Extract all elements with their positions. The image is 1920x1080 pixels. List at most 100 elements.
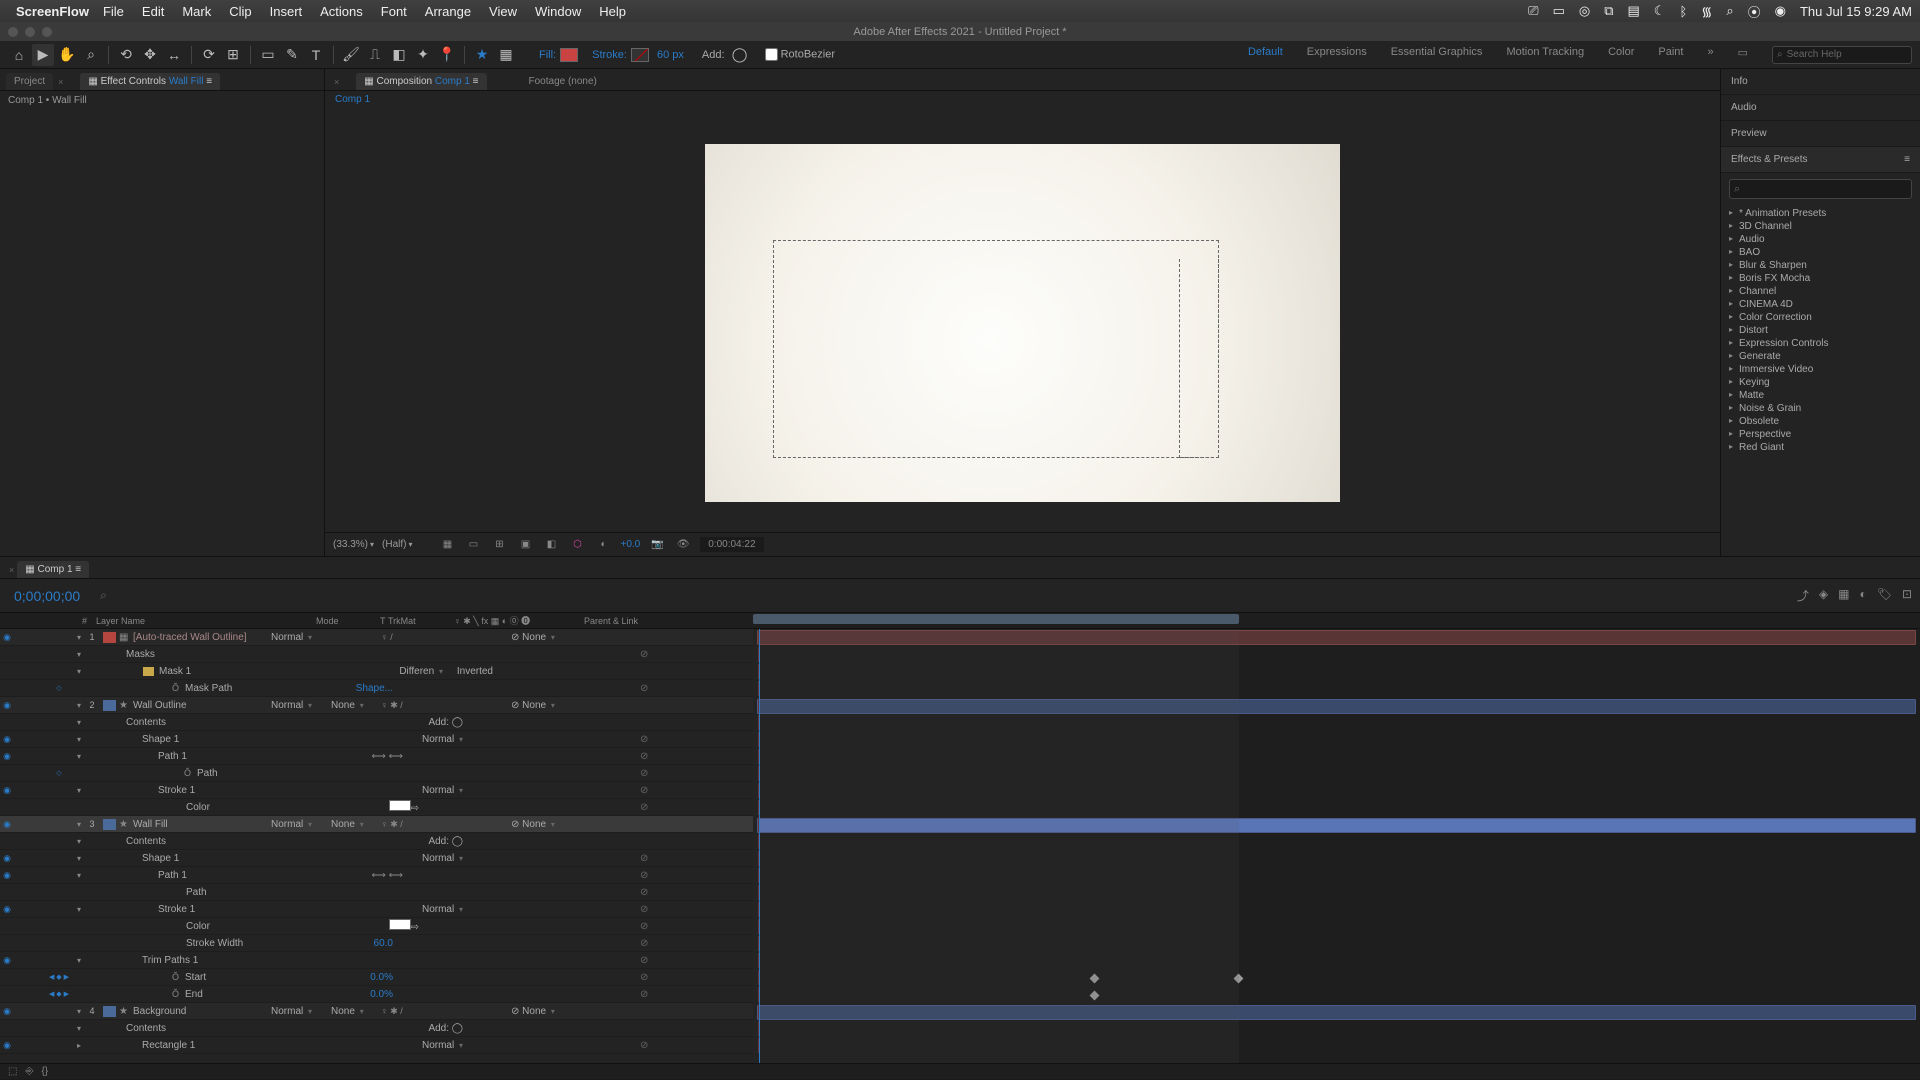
flowchart-breadcrumb[interactable]: Comp 1	[325, 91, 1720, 113]
zoom-tool[interactable]: ⌕	[80, 44, 102, 66]
selection-tool[interactable]: ▶	[32, 44, 54, 66]
menu-arrange[interactable]: Arrange	[425, 4, 471, 19]
bluetooth-icon[interactable]: ᛒ	[1679, 4, 1687, 19]
add-button[interactable]: ◯	[729, 44, 751, 66]
preview-timecode[interactable]: 0:00:04:22	[700, 537, 763, 552]
effects-category[interactable]: Channel	[1721, 285, 1920, 298]
mask-outline[interactable]	[773, 240, 1219, 458]
clone-tool[interactable]: ⎍	[364, 44, 386, 66]
menu-insert[interactable]: Insert	[270, 4, 303, 19]
effects-category[interactable]: Expression Controls	[1721, 337, 1920, 350]
menu-view[interactable]: View	[489, 4, 517, 19]
col-mode[interactable]: Mode	[316, 616, 380, 626]
property-row[interactable]: ◉▾Path 1⟷ ⟷⊘	[0, 748, 753, 765]
rotobezier-checkbox[interactable]	[765, 48, 778, 61]
audio-panel[interactable]: Audio	[1721, 95, 1920, 121]
layer-outline[interactable]: ◉▾1▦[Auto-traced Wall Outline]Normal ▾♀ …	[0, 629, 753, 1063]
dnd-icon[interactable]: ☾	[1654, 3, 1666, 19]
viewer-btn[interactable]: ⊞	[491, 537, 509, 553]
timeline-icon[interactable]: ◐	[1859, 587, 1866, 604]
puppet-tool[interactable]: 📍	[436, 44, 458, 66]
status-icon[interactable]: ▭	[1553, 3, 1565, 19]
viewer-btn[interactable]: ◐	[595, 537, 613, 553]
workspace-paint[interactable]: Paint	[1658, 46, 1683, 64]
effects-category[interactable]: Blur & Sharpen	[1721, 259, 1920, 272]
effects-category[interactable]: * Animation Presets	[1721, 207, 1920, 220]
effect-controls-tab[interactable]: ▦ Effect Controls Wall Fill ≡	[80, 73, 220, 90]
property-row[interactable]: Color⇨⊘	[0, 799, 753, 816]
effects-category[interactable]: Distort	[1721, 324, 1920, 337]
viewer-btn[interactable]: 👁	[674, 537, 692, 553]
hand-tool[interactable]: ✋	[56, 44, 78, 66]
workspace-graphics[interactable]: Essential Graphics	[1391, 46, 1483, 64]
workspace-more-icon[interactable]: »	[1707, 46, 1713, 64]
footage-tab[interactable]: Footage (none)	[521, 73, 605, 90]
timeline-icon[interactable]: ⤴	[1797, 587, 1809, 604]
layer-bar[interactable]	[757, 1005, 1916, 1020]
layer-bar[interactable]	[757, 699, 1916, 714]
snap-icon[interactable]: ▦	[495, 44, 517, 66]
property-row[interactable]: ▾ContentsAdd: ◯	[0, 714, 753, 731]
effects-category[interactable]: CINEMA 4D	[1721, 298, 1920, 311]
brush-tool[interactable]: 🖌	[340, 44, 362, 66]
effects-list[interactable]: * Animation Presets3D ChannelAudioBAOBlu…	[1721, 205, 1920, 556]
layer-row[interactable]: ◉▾1▦[Auto-traced Wall Outline]Normal ▾♀ …	[0, 629, 753, 646]
layer-bar[interactable]	[757, 818, 1916, 833]
effects-presets-panel[interactable]: Effects & Presets≡	[1721, 147, 1920, 173]
menu-clip[interactable]: Clip	[229, 4, 251, 19]
layer-row[interactable]: ◉▾2★Wall OutlineNormal ▾None ▾♀ ✱ /⊘ Non…	[0, 697, 753, 714]
viewer-btn[interactable]: ▭	[465, 537, 483, 553]
workspace-tracking[interactable]: Motion Tracking	[1506, 46, 1584, 64]
property-row[interactable]: Color⇨⊘	[0, 918, 753, 935]
spotlight-icon[interactable]: ⌕	[1726, 3, 1733, 19]
app-name[interactable]: ScreenFlow	[16, 4, 89, 19]
property-row[interactable]: ▾ContentsAdd: ◯	[0, 1020, 753, 1037]
magnification-dropdown[interactable]: (33.3%) ▾	[333, 539, 374, 550]
effects-category[interactable]: Audio	[1721, 233, 1920, 246]
menu-actions[interactable]: Actions	[320, 4, 363, 19]
property-row[interactable]: ▾Masks⊘	[0, 646, 753, 663]
timeline-tab[interactable]: ▦ Comp 1 ≡	[17, 561, 89, 578]
timeline-icon[interactable]: ⊡	[1902, 587, 1912, 604]
current-timecode[interactable]: 0;00;00;00	[14, 588, 80, 604]
menu-window[interactable]: Window	[535, 4, 581, 19]
star-icon[interactable]: ★	[471, 44, 493, 66]
effects-category[interactable]: BAO	[1721, 246, 1920, 259]
stroke-swatch[interactable]	[631, 48, 649, 62]
property-row[interactable]: ◇ŎMask PathShape...⊘	[0, 680, 753, 697]
siri-icon[interactable]: ◉	[1775, 3, 1786, 19]
project-tab[interactable]: Project	[6, 73, 53, 90]
effects-category[interactable]: Perspective	[1721, 428, 1920, 441]
viewer-btn[interactable]: ⬡	[569, 537, 587, 553]
property-row[interactable]: ◉▸Rectangle 1Normal ▾⊘	[0, 1037, 753, 1054]
status-icon[interactable]: ⎚	[1528, 3, 1538, 19]
orbit-tool[interactable]: ⟲	[115, 44, 137, 66]
property-row[interactable]: ▾ContentsAdd: ◯	[0, 833, 753, 850]
composition-tab[interactable]: ▦ Composition Comp 1 ≡	[356, 73, 486, 90]
clock[interactable]: Thu Jul 15 9:29 AM	[1800, 4, 1912, 19]
property-row[interactable]: ◉▾Shape 1Normal ▾⊘	[0, 850, 753, 867]
exposure-value[interactable]: +0.0	[621, 539, 641, 550]
traffic-lights[interactable]	[8, 27, 52, 37]
effects-category[interactable]: 3D Channel	[1721, 220, 1920, 233]
property-row[interactable]: Stroke Width60.0⊘	[0, 935, 753, 952]
menu-edit[interactable]: Edit	[142, 4, 164, 19]
property-row[interactable]: ◉▾Shape 1Normal ▾⊘	[0, 731, 753, 748]
info-panel[interactable]: Info	[1721, 69, 1920, 95]
workspace-menu-icon[interactable]: ▭	[1738, 46, 1748, 64]
col-trkmat[interactable]: TrkMat	[388, 616, 454, 626]
mask-outline[interactable]	[1179, 259, 1219, 458]
viewer-btn[interactable]: ▦	[439, 537, 457, 553]
current-time-indicator[interactable]	[759, 629, 760, 1063]
menu-file[interactable]: File	[103, 4, 124, 19]
menu-help[interactable]: Help	[599, 4, 626, 19]
effects-category[interactable]: Obsolete	[1721, 415, 1920, 428]
stroke-width[interactable]: 60 px	[657, 49, 684, 61]
workspace-color[interactable]: Color	[1608, 46, 1634, 64]
viewer-btn[interactable]: ▣	[517, 537, 535, 553]
effects-category[interactable]: Red Giant	[1721, 441, 1920, 454]
effects-category[interactable]: Generate	[1721, 350, 1920, 363]
property-row[interactable]: ◉▾Stroke 1Normal ▾⊘	[0, 782, 753, 799]
col-layer-name[interactable]: Layer Name	[96, 616, 316, 626]
keyframe[interactable]	[1234, 974, 1244, 984]
